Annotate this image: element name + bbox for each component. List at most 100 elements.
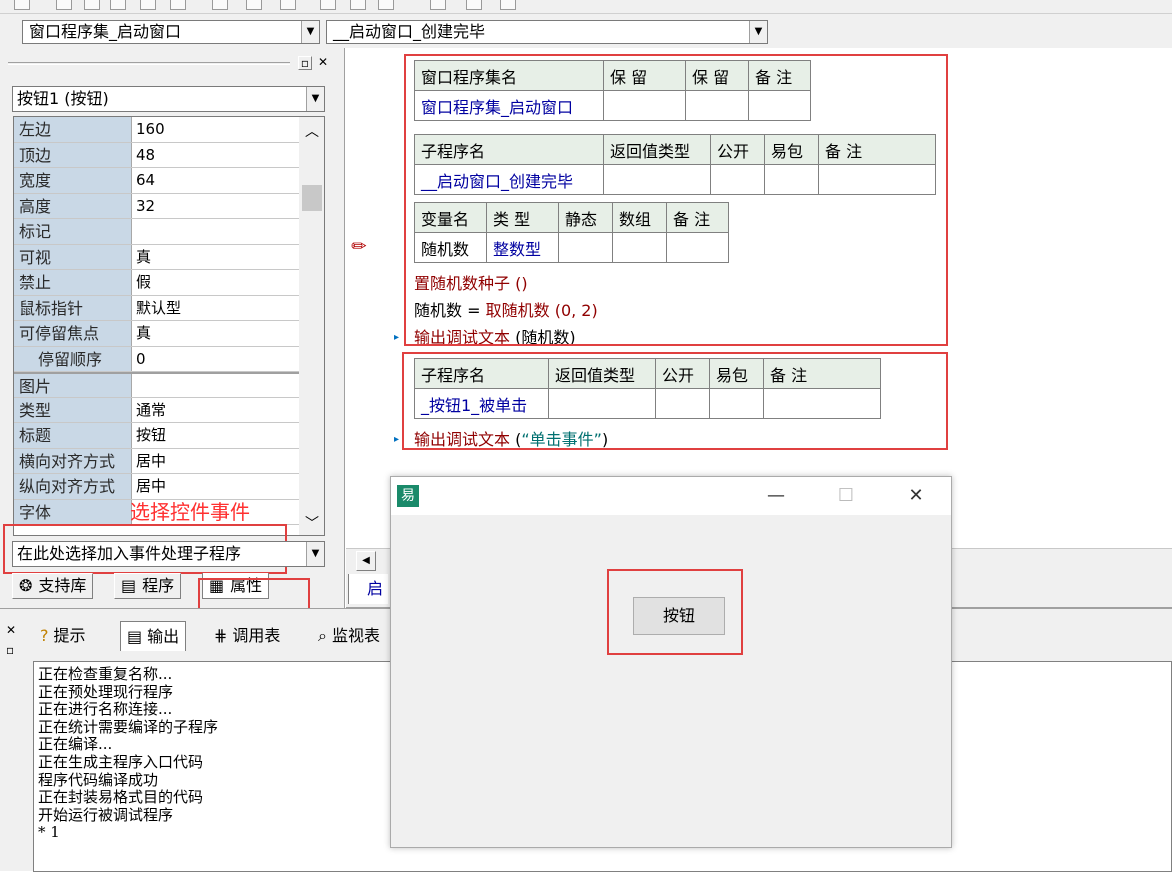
property-name: 图片 (14, 374, 132, 397)
property-name: 鼠标指针 (14, 295, 132, 320)
property-value[interactable]: 64 (136, 168, 155, 193)
toolbar-icon[interactable] (246, 0, 262, 10)
search-icon: ⌕ (318, 626, 327, 645)
toolbar-icon[interactable] (430, 0, 446, 10)
toolbar-icon[interactable] (14, 0, 30, 10)
chevron-down-icon[interactable]: ▼ (749, 21, 767, 43)
property-row[interactable]: 禁止假 (14, 270, 299, 296)
scrollbar-thumb[interactable] (302, 185, 322, 211)
minimize-icon[interactable]: — (753, 477, 799, 515)
property-row[interactable]: 左边 160 (14, 117, 299, 143)
app-titlebar[interactable]: 易 — ☐ ✕ (391, 477, 951, 515)
property-row[interactable]: 类型 通常 (14, 397, 299, 423)
chevron-left-icon[interactable]: ◀ (356, 551, 376, 571)
toolbar-icon[interactable] (350, 0, 366, 10)
property-name: 可视 (14, 244, 132, 269)
property-value[interactable]: 居中 (136, 449, 166, 474)
property-row[interactable]: 图片 (14, 372, 299, 398)
arrow-right-icon: ▸ (394, 434, 400, 445)
event-select[interactable]: 在此处选择加入事件处理子程序 ▼ (12, 541, 325, 567)
property-value[interactable]: 160 (136, 117, 165, 142)
close-icon[interactable]: ✕ (316, 56, 330, 70)
tab-call-table[interactable]: ⋕ 调用表 (208, 621, 286, 651)
property-value[interactable]: 假 (136, 270, 151, 295)
chevron-up-icon[interactable]: ︿ (305, 121, 319, 141)
pane-grip[interactable] (8, 62, 290, 65)
pane-header: ▫ ✕ (0, 48, 340, 78)
tab-editor[interactable]: 启 (348, 574, 388, 604)
close-icon[interactable]: ✕ (6, 623, 16, 637)
property-value[interactable]: 0 (136, 347, 146, 372)
maximize-icon[interactable]: ☐ (823, 477, 869, 515)
toolbar-icon[interactable] (212, 0, 228, 10)
toolbar (0, 0, 1172, 14)
restore-icon[interactable]: ▫ (298, 56, 312, 70)
subroutine-select[interactable]: __启动窗口_创建完毕 ▼ (326, 20, 768, 44)
property-grid: 左边 160 顶边 48 宽度 64 高度 32 标记 可视真 禁止假 鼠标指针 默认型 … (13, 116, 325, 536)
property-row[interactable]: 标记 (14, 219, 299, 245)
tab-program[interactable]: ▤ 程序 (114, 573, 182, 599)
property-row[interactable]: 宽度 64 (14, 168, 299, 194)
library-icon: ❂ (19, 576, 33, 595)
property-name: 禁止 (14, 270, 132, 295)
property-value[interactable]: 32 (136, 194, 155, 219)
property-name: 类型 (14, 397, 132, 422)
property-row[interactable]: 横向对齐方式 居中 (14, 448, 299, 474)
property-value[interactable]: 默认型 (136, 296, 181, 321)
object-select[interactable]: 按钮1 (按钮) ▼ (12, 86, 325, 112)
tab-support-library[interactable]: ❂ 支持库 (12, 573, 94, 599)
close-icon[interactable]: ✕ (893, 477, 939, 515)
tab-label: 输出 (147, 626, 180, 646)
property-name: 字体 (14, 499, 132, 524)
property-row[interactable]: 可停留焦点真 (14, 321, 299, 347)
highlight-box-click-sub (402, 352, 948, 450)
event-select-value: 在此处选择加入事件处理子程序 (17, 544, 242, 563)
property-row[interactable]: 顶边 48 (14, 142, 299, 168)
output-icon: ▤ (127, 626, 143, 646)
tab-label: 支持库 (38, 576, 87, 595)
tab-hint[interactable]: ? 提示 (34, 621, 92, 651)
toolbar-icon[interactable] (170, 0, 186, 10)
property-row[interactable]: 可视真 (14, 244, 299, 270)
tab-label: 调用表 (232, 626, 281, 645)
toolbar-icon[interactable] (110, 0, 126, 10)
property-scrollbar[interactable]: ︿ ﹀ (299, 117, 324, 535)
property-row[interactable]: 高度 32 (14, 193, 299, 219)
toolbar-icon[interactable] (466, 0, 482, 10)
chevron-down-icon[interactable]: ▼ (301, 21, 319, 43)
property-row[interactable]: 标题 按钮 (14, 423, 299, 449)
app-window[interactable]: 易 — ☐ ✕ 按钮 (390, 476, 952, 848)
toolbar-icon[interactable] (56, 0, 72, 10)
property-value[interactable]: 按钮 (136, 423, 166, 448)
chevron-down-icon[interactable]: ▼ (306, 542, 324, 566)
property-name: 高度 (14, 193, 132, 218)
tab-label: 程序 (142, 576, 175, 595)
highlight-box-button (607, 569, 743, 655)
tab-output[interactable]: ▤ 输出 (120, 621, 187, 651)
toolbar-icon[interactable] (500, 0, 516, 10)
toolbar-icon[interactable] (84, 0, 100, 10)
property-name: 左边 (14, 117, 132, 142)
property-row[interactable]: 停留顺序 0 (14, 346, 299, 372)
assembly-select[interactable]: 窗口程序集_启动窗口 ▼ (22, 20, 320, 44)
pencil-icon: ✎ (346, 233, 373, 260)
tab-label: 提示 (53, 626, 86, 645)
property-value[interactable]: 真 (136, 321, 151, 346)
question-icon: ? (40, 626, 49, 645)
property-pane: ▫ ✕ 按钮1 (按钮) ▼ 左边 160 顶边 48 宽度 64 高度 32 标记 可… (0, 48, 345, 616)
toolbar-icon[interactable] (280, 0, 296, 10)
property-value[interactable]: 通常 (136, 398, 166, 423)
toolbar-icon[interactable] (378, 0, 394, 10)
toolbar-icon[interactable] (320, 0, 336, 10)
chevron-down-icon[interactable]: ﹀ (305, 513, 319, 533)
object-select-value: 按钮1 (按钮) (17, 89, 109, 108)
toolbar-icon[interactable] (140, 0, 156, 10)
highlight-box-startup-sub (404, 54, 948, 346)
code-editor[interactable]: ✎ 窗口程序集名 保 留 保 留 备 注 窗口程序集_启动窗口 子程序名 返回值… (346, 48, 1172, 548)
property-value[interactable]: 真 (136, 245, 151, 270)
tab-monitor[interactable]: ⌕ 监视表 (312, 621, 386, 651)
chevron-down-icon[interactable]: ▼ (306, 87, 324, 111)
restore-icon[interactable]: ▫ (6, 643, 14, 657)
property-row[interactable]: 鼠标指针 默认型 (14, 295, 299, 321)
property-value[interactable]: 48 (136, 143, 155, 168)
